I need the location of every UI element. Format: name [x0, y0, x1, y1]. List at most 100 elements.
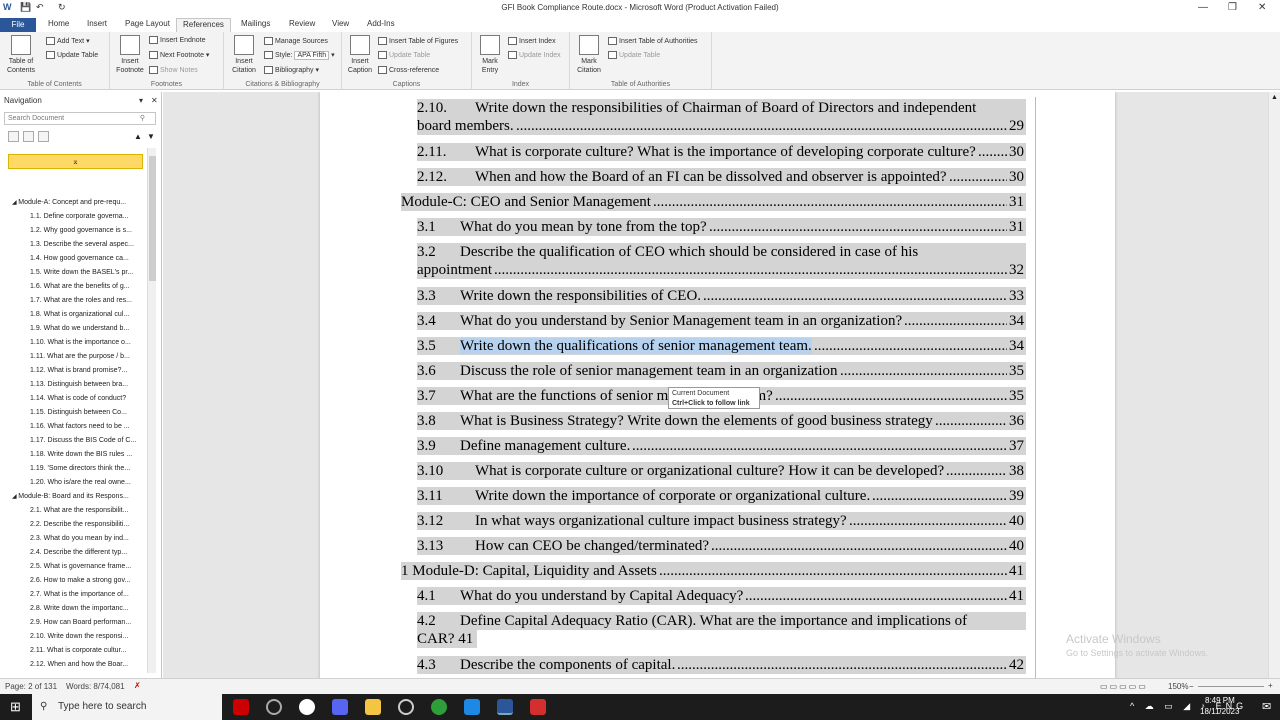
- nav-scrollbar[interactable]: [147, 148, 156, 673]
- zoom-in-icon[interactable]: +: [1268, 681, 1273, 690]
- mark-citation-button[interactable]: Mark Citation: [572, 35, 606, 75]
- search-document-input[interactable]: Search Document ⚲: [4, 112, 156, 125]
- insert-footnote-button[interactable]: Insert Footnote: [113, 35, 147, 75]
- nav-heading-item[interactable]: 1.8. What is organizational cul...: [0, 308, 148, 322]
- acrobat-icon[interactable]: [530, 699, 546, 715]
- toc-entry[interactable]: Module-C: CEO and Senior Management 31...…: [401, 193, 1026, 211]
- insert-caption-button[interactable]: Insert Caption: [343, 35, 377, 75]
- toc-entry[interactable]: 4.2 Define Capital Adequacy Ratio (CAR). …: [417, 612, 1026, 630]
- insert-endnote-button[interactable]: Insert Endnote: [149, 36, 206, 44]
- nav-heading-item[interactable]: 1.16. What factors need to be ...: [0, 420, 148, 434]
- nav-heading-item[interactable]: 2.4. Describe the different typ...: [0, 546, 148, 560]
- nav-heading-item[interactable]: 1.9. What do we understand b...: [0, 322, 148, 336]
- nav-heading-item[interactable]: 1.6. What are the benefits of g...: [0, 280, 148, 294]
- insert-table-of-authorities-button[interactable]: Insert Table of Authorities: [608, 37, 697, 45]
- toc-entry[interactable]: CAR? 41: [417, 630, 477, 648]
- insert-index-button[interactable]: Insert Index: [508, 37, 556, 45]
- restore-icon[interactable]: ❐: [1228, 2, 1237, 13]
- toc-entry[interactable]: 3.2 Describe the qualification of CEO whi…: [417, 243, 1026, 261]
- nav-module-heading[interactable]: ◢ Module-B: Board and its Respons...: [0, 490, 148, 504]
- tab-file[interactable]: File: [0, 18, 36, 32]
- update-table-button[interactable]: Update Table: [46, 51, 98, 59]
- nav-heading-item[interactable]: 2.9. How can Board performan...: [0, 616, 148, 630]
- tab-page-layout[interactable]: Page Layout: [125, 19, 170, 28]
- nav-module-heading[interactable]: ◢ Module-A: Concept and pre-requ...: [0, 196, 148, 210]
- nav-heading-item[interactable]: 1.19. 'Some directors think the...: [0, 462, 148, 476]
- tab-mailings[interactable]: Mailings: [241, 19, 270, 28]
- nav-heading-item[interactable]: 1.18. Write down the BIS rules ...: [0, 448, 148, 462]
- toc-entry[interactable]: board members. 29........................…: [417, 117, 1026, 135]
- nav-heading-item[interactable]: 1.4. How good governance ca...: [0, 252, 148, 266]
- bibliography-button[interactable]: Bibliography ▾: [264, 66, 319, 75]
- toc-entry[interactable]: 4.1 What do you understand by Capital Ade…: [417, 587, 1026, 605]
- nav-heading-item[interactable]: 1.20. Who is/are the real owne...: [0, 476, 148, 490]
- toc-entry[interactable]: 2.11. What is corporate culture? What is …: [417, 143, 1026, 161]
- scroll-up-icon[interactable]: ▲: [1271, 94, 1278, 101]
- toc-entry[interactable]: 1 Module-D: Capital, Liquidity and Asset…: [401, 562, 1026, 580]
- nav-heading-item[interactable]: 2.8. Write down the importanc...: [0, 602, 148, 616]
- zoom-level[interactable]: 150%: [1168, 682, 1188, 691]
- nav-heading-item[interactable]: 1.17. Discuss the BIS Code of C...: [0, 434, 148, 448]
- nav-heading-item[interactable]: 2.11. What is corporate cultur...: [0, 644, 148, 658]
- tab-review[interactable]: Review: [289, 19, 315, 28]
- next-icon[interactable]: ▼: [147, 132, 155, 141]
- nav-heading-item[interactable]: 2.7. What is the importance of...: [0, 588, 148, 602]
- table-of-contents-button[interactable]: Table of Contents: [4, 35, 38, 75]
- manage-sources-button[interactable]: Manage Sources: [264, 37, 328, 45]
- windows-start-icon[interactable]: ⊞: [10, 699, 21, 715]
- tab-view[interactable]: View: [332, 19, 349, 28]
- pages-view-icon[interactable]: [23, 131, 34, 142]
- tab-home[interactable]: Home: [48, 19, 69, 28]
- update-authorities-button[interactable]: Update Table: [608, 51, 660, 59]
- zoom-app-icon[interactable]: [464, 699, 480, 715]
- clock-date[interactable]: 18/11/2023: [1200, 707, 1239, 716]
- view-buttons-icon[interactable]: ▭▭▭▭▭: [1100, 682, 1148, 691]
- nav-heading-item[interactable]: 1.15. Distinguish between Co...: [0, 406, 148, 420]
- nav-heading-item[interactable]: 1.11. What are the purpose / b...: [0, 350, 148, 364]
- toc-entry[interactable]: 2.10. Write down the responsibilities of …: [417, 99, 1026, 117]
- dropdown-icon[interactable]: ▾: [139, 94, 143, 108]
- headings-view-icon[interactable]: [8, 131, 19, 142]
- nav-scroll-thumb[interactable]: [149, 156, 156, 281]
- toc-entry[interactable]: 3.5 Write down the qualifications of seni…: [417, 337, 1026, 355]
- nav-heading-item[interactable]: 1.1. Define corporate governa...: [0, 210, 148, 224]
- app-icon-red[interactable]: [233, 699, 249, 715]
- clock-time[interactable]: 8:49 PM: [1205, 696, 1235, 705]
- nav-heading-item[interactable]: 2.6. How to make a strong gov...: [0, 574, 148, 588]
- discord-icon[interactable]: [332, 699, 348, 715]
- next-footnote-button[interactable]: Next Footnote ▾: [149, 51, 209, 60]
- app-icon-check[interactable]: [299, 699, 315, 715]
- app-icon-circle[interactable]: [266, 699, 282, 715]
- search-icon[interactable]: ⚲: [140, 113, 145, 125]
- app-icon-green[interactable]: [431, 699, 447, 715]
- page-count[interactable]: Page: 2 of 131: [5, 682, 57, 691]
- zoom-out-icon[interactable]: −: [1189, 682, 1194, 691]
- show-notes-button[interactable]: Show Notes: [149, 66, 198, 74]
- zoom-slider[interactable]: [1198, 686, 1264, 687]
- tab-add-ins[interactable]: Add-Ins: [367, 19, 395, 28]
- toc-entry[interactable]: 4.3 Describe the components of capital. 42…: [417, 656, 1026, 674]
- toc-entry[interactable]: 3.4 What do you understand by Senior Mana…: [417, 312, 1026, 330]
- toc-entry[interactable]: appointment 32...........................…: [417, 261, 1026, 279]
- toc-entry[interactable]: 3.3 Write down the responsibilities of CE…: [417, 287, 1026, 305]
- results-view-icon[interactable]: [38, 131, 49, 142]
- style-select[interactable]: Style: APA Fifth ▾: [264, 51, 335, 60]
- nav-heading-item[interactable]: 2.3. What do you mean by ind...: [0, 532, 148, 546]
- toc-entry[interactable]: 3.12 In what ways organizational culture …: [417, 512, 1026, 530]
- toc-entry[interactable]: 3.10 What is corporate culture or organiz…: [417, 462, 1026, 480]
- taskbar-search[interactable]: ⚲ Type here to search: [32, 694, 222, 720]
- mark-entry-button[interactable]: Mark Entry: [474, 35, 506, 75]
- vertical-scrollbar[interactable]: ▲: [1268, 92, 1280, 678]
- proofing-icon[interactable]: ✗: [134, 681, 141, 690]
- previous-icon[interactable]: ▲: [134, 132, 142, 141]
- nav-heading-item[interactable]: 2.2. Describe the responsibiliti...: [0, 518, 148, 532]
- browser-icon[interactable]: [398, 699, 414, 715]
- nav-heading-item[interactable]: 1.14. What is code of conduct?: [0, 392, 148, 406]
- update-index-button[interactable]: Update Index: [508, 51, 561, 59]
- file-explorer-icon[interactable]: [365, 699, 381, 715]
- nav-heading-item[interactable]: 1.2. Why good governance is s...: [0, 224, 148, 238]
- minimize-icon[interactable]: —: [1198, 2, 1208, 13]
- toc-entry[interactable]: 3.11 Write down the importance of corpora…: [417, 487, 1026, 505]
- insert-table-of-figures-button[interactable]: Insert Table of Figures: [378, 37, 458, 45]
- word-count[interactable]: Words: 8/74,081: [66, 682, 125, 691]
